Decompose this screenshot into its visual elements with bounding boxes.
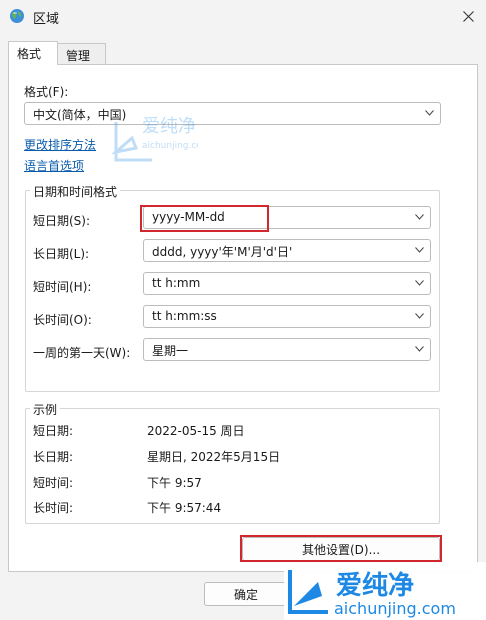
- title-bar: 区域: [0, 0, 486, 34]
- example-long-date-label: 长日期:: [33, 450, 74, 464]
- change-sort-link[interactable]: 更改排序方法: [24, 136, 96, 153]
- short-time-select[interactable]: tt h:mm: [143, 272, 431, 295]
- close-button[interactable]: [452, 2, 484, 30]
- chevron-down-icon: [425, 110, 434, 116]
- watermark-brand: 爱纯净: [336, 570, 414, 601]
- short-time-value: tt h:mm: [152, 276, 201, 290]
- long-time-label: 长时间(O):: [33, 313, 92, 327]
- chevron-down-icon: [415, 280, 424, 286]
- datetime-group-title: 日期和时间格式: [30, 183, 121, 200]
- short-date-select[interactable]: yyyy-MM-dd: [143, 206, 431, 229]
- chevron-down-icon: [415, 346, 424, 352]
- watermark-banner: 爱纯净 aichunjing.com: [284, 562, 486, 620]
- example-short-time-label: 短时间:: [33, 476, 74, 490]
- watermark-logo: 爱纯净 aichunjing.com: [112, 116, 198, 162]
- long-date-value: dddd, yyyy'年'M'月'd'日': [152, 245, 293, 259]
- watermark-large-logo: 爱纯净 aichunjing.com: [288, 570, 456, 618]
- chevron-down-icon: [415, 313, 424, 319]
- example-short-date-label: 短日期:: [33, 424, 74, 438]
- language-preferences-link[interactable]: 语言首选项: [24, 157, 84, 174]
- watermark-url: aichunjing.com: [334, 599, 456, 618]
- window-title: 区域: [33, 12, 60, 27]
- globe-icon: [10, 9, 24, 23]
- short-date-value: yyyy-MM-dd: [152, 210, 225, 224]
- example-short-date-value: 2022-05-15 周日: [147, 424, 245, 438]
- first-day-of-week-label: 一周的第一天(W):: [33, 346, 131, 360]
- first-day-of-week-select[interactable]: 星期一: [143, 338, 431, 361]
- long-date-select[interactable]: dddd, yyyy'年'M'月'd'日': [143, 239, 431, 262]
- watermark-small-brand: 爱纯净: [142, 116, 196, 137]
- tab-format[interactable]: 格式: [8, 41, 58, 65]
- short-date-label: 短日期(S):: [33, 214, 91, 228]
- close-icon: [462, 10, 474, 22]
- short-time-label: 短时间(H):: [33, 280, 92, 294]
- examples-group-title: 示例: [30, 401, 61, 418]
- example-long-date-value: 星期日, 2022年5月15日: [147, 450, 281, 464]
- format-label: 格式(F):: [24, 85, 69, 99]
- example-short-time-value: 下午 9:57: [147, 476, 202, 490]
- format-select[interactable]: 中文(简体，中国): [24, 102, 441, 125]
- long-time-select[interactable]: tt h:mm:ss: [143, 305, 431, 328]
- long-date-label: 长日期(L):: [33, 247, 90, 261]
- tab-manage[interactable]: 管理: [58, 43, 106, 65]
- ok-button[interactable]: 确定: [204, 582, 288, 606]
- chevron-down-icon: [415, 247, 424, 253]
- chevron-down-icon: [415, 214, 424, 220]
- watermark-small-url: aichunjing.com: [142, 141, 198, 151]
- other-settings-button[interactable]: 其他设置(D)...: [242, 537, 440, 561]
- first-day-of-week-value: 星期一: [152, 344, 189, 358]
- long-time-value: tt h:mm:ss: [152, 309, 217, 323]
- example-long-time-value: 下午 9:57:44: [147, 501, 222, 515]
- example-long-time-label: 长时间:: [33, 501, 74, 515]
